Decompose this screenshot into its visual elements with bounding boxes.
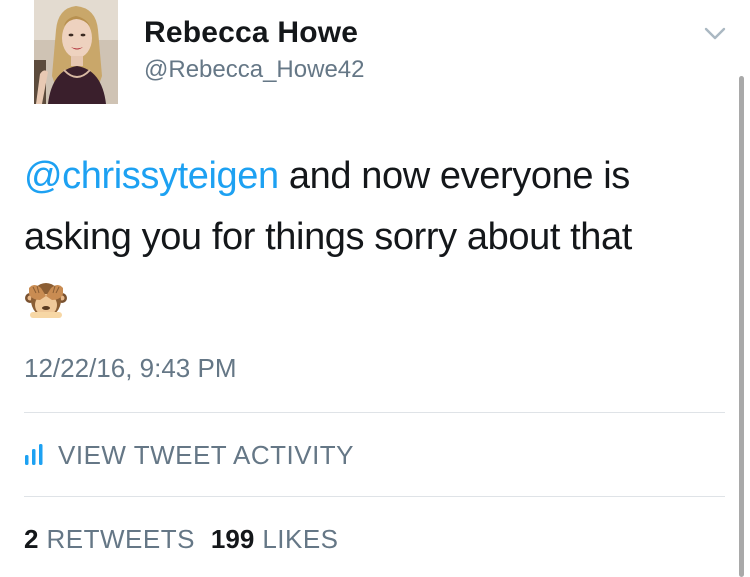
view-tweet-activity-label: VIEW TWEET ACTIVITY: [58, 439, 355, 470]
tweet-stats: 2 RETWEETS 199 LIKES: [24, 524, 339, 555]
retweets-stat[interactable]: 2 RETWEETS: [24, 524, 195, 555]
mention-link[interactable]: @chrissyteigen: [24, 155, 279, 197]
see-no-evil-monkey-icon: [24, 278, 68, 322]
avatar-photo: [34, 0, 118, 104]
chevron-down-icon[interactable]: [704, 26, 726, 42]
divider: [24, 496, 725, 497]
likes-stat[interactable]: 199 LIKES: [211, 524, 339, 555]
retweets-label: RETWEETS: [46, 524, 195, 554]
author-display-name[interactable]: Rebecca Howe: [144, 16, 358, 50]
author-handle[interactable]: @Rebecca_Howe42: [144, 56, 365, 84]
tweet-detail: Rebecca Howe @Rebecca_Howe42 @chrissytei…: [0, 0, 750, 577]
bar-chart-icon: [25, 444, 43, 465]
tweet-text: @chrissyteigen and now everyone is askin…: [24, 146, 714, 268]
scrollbar[interactable]: [739, 76, 744, 577]
retweets-count: 2: [24, 524, 39, 554]
view-tweet-activity-button[interactable]: VIEW TWEET ACTIVITY: [24, 438, 354, 472]
likes-label: LIKES: [262, 524, 339, 554]
divider: [24, 412, 725, 413]
tweet-timestamp: 12/22/16, 9:43 PM: [24, 353, 237, 383]
avatar[interactable]: [34, 0, 118, 104]
likes-count: 199: [210, 524, 255, 554]
